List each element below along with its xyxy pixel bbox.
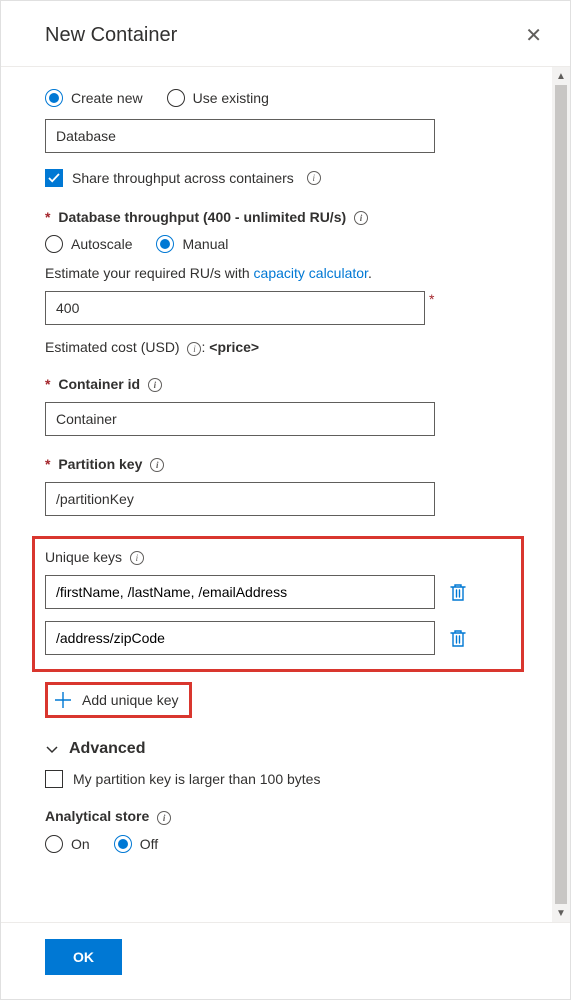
- radio-manual-label: Manual: [182, 236, 228, 252]
- radio-icon: [45, 835, 63, 853]
- radio-icon: [114, 835, 132, 853]
- share-throughput-label: Share throughput across containers: [72, 170, 294, 186]
- throughput-helper-prefix: Estimate your required RU/s with: [45, 265, 254, 281]
- add-unique-key-label: Add unique key: [82, 692, 179, 708]
- ok-button[interactable]: OK: [45, 939, 122, 975]
- info-icon[interactable]: i: [307, 171, 321, 185]
- unique-keys-label: Unique keys: [45, 549, 122, 565]
- large-partition-checkbox[interactable]: [45, 770, 63, 788]
- radio-autoscale-label: Autoscale: [71, 236, 132, 252]
- unique-key-input-0[interactable]: [45, 575, 435, 609]
- radio-autoscale[interactable]: Autoscale: [45, 235, 132, 253]
- radio-create-new[interactable]: Create new: [45, 89, 143, 107]
- container-id-input[interactable]: [45, 402, 435, 436]
- trash-icon: [449, 582, 467, 602]
- radio-icon: [45, 89, 63, 107]
- large-partition-label: My partition key is larger than 100 byte…: [73, 771, 320, 787]
- radio-create-new-label: Create new: [71, 90, 143, 106]
- throughput-helper-suffix: .: [368, 265, 372, 281]
- required-asterisk: *: [45, 456, 50, 472]
- info-icon[interactable]: i: [130, 551, 144, 565]
- scroll-down-arrow[interactable]: ▼: [552, 904, 570, 922]
- scroll-thumb[interactable]: [555, 85, 567, 904]
- info-icon[interactable]: i: [157, 811, 171, 825]
- advanced-toggle[interactable]: Advanced: [45, 740, 508, 758]
- unique-keys-highlight: Unique keys i: [32, 536, 524, 672]
- partition-key-label: Partition key: [58, 456, 142, 472]
- required-asterisk: *: [45, 209, 50, 225]
- radio-on-label: On: [71, 836, 90, 852]
- analytical-store-label: Analytical store: [45, 808, 149, 824]
- radio-off-label: Off: [140, 836, 158, 852]
- container-id-label: Container id: [58, 376, 140, 392]
- info-icon[interactable]: i: [354, 211, 368, 225]
- required-asterisk: *: [45, 376, 50, 392]
- required-asterisk: *: [429, 291, 434, 307]
- chevron-down-icon: [45, 742, 59, 756]
- estimated-cost-label: Estimated cost (USD): [45, 339, 183, 355]
- throughput-input[interactable]: [45, 291, 425, 325]
- panel-title: New Container: [45, 24, 177, 47]
- checkmark-icon: [48, 172, 60, 184]
- radio-use-existing-label: Use existing: [193, 90, 269, 106]
- trash-icon: [449, 628, 467, 648]
- radio-analytical-off[interactable]: Off: [114, 835, 158, 853]
- scrollbar[interactable]: ▲ ▼: [552, 67, 570, 922]
- share-throughput-checkbox[interactable]: [45, 169, 63, 187]
- estimated-cost-value: <price>: [209, 339, 259, 355]
- info-icon[interactable]: i: [148, 378, 162, 392]
- delete-unique-key-button[interactable]: [449, 628, 467, 648]
- delete-unique-key-button[interactable]: [449, 582, 467, 602]
- plus-icon: [54, 691, 72, 709]
- throughput-label: Database throughput (400 - unlimited RU/…: [58, 209, 346, 225]
- close-button[interactable]: ✕: [517, 19, 550, 52]
- info-icon[interactable]: i: [187, 342, 201, 356]
- radio-icon: [167, 89, 185, 107]
- add-unique-key-button[interactable]: Add unique key: [45, 682, 192, 718]
- radio-icon: [156, 235, 174, 253]
- radio-analytical-on[interactable]: On: [45, 835, 90, 853]
- database-name-input[interactable]: [45, 119, 435, 153]
- unique-key-input-1[interactable]: [45, 621, 435, 655]
- capacity-calculator-link[interactable]: capacity calculator: [254, 265, 368, 281]
- info-icon[interactable]: i: [150, 458, 164, 472]
- radio-manual[interactable]: Manual: [156, 235, 228, 253]
- partition-key-input[interactable]: [45, 482, 435, 516]
- radio-icon: [45, 235, 63, 253]
- scroll-up-arrow[interactable]: ▲: [552, 67, 570, 85]
- form-content: Create new Use existing Share throughput…: [1, 67, 552, 922]
- advanced-label: Advanced: [69, 740, 145, 758]
- radio-use-existing[interactable]: Use existing: [167, 89, 269, 107]
